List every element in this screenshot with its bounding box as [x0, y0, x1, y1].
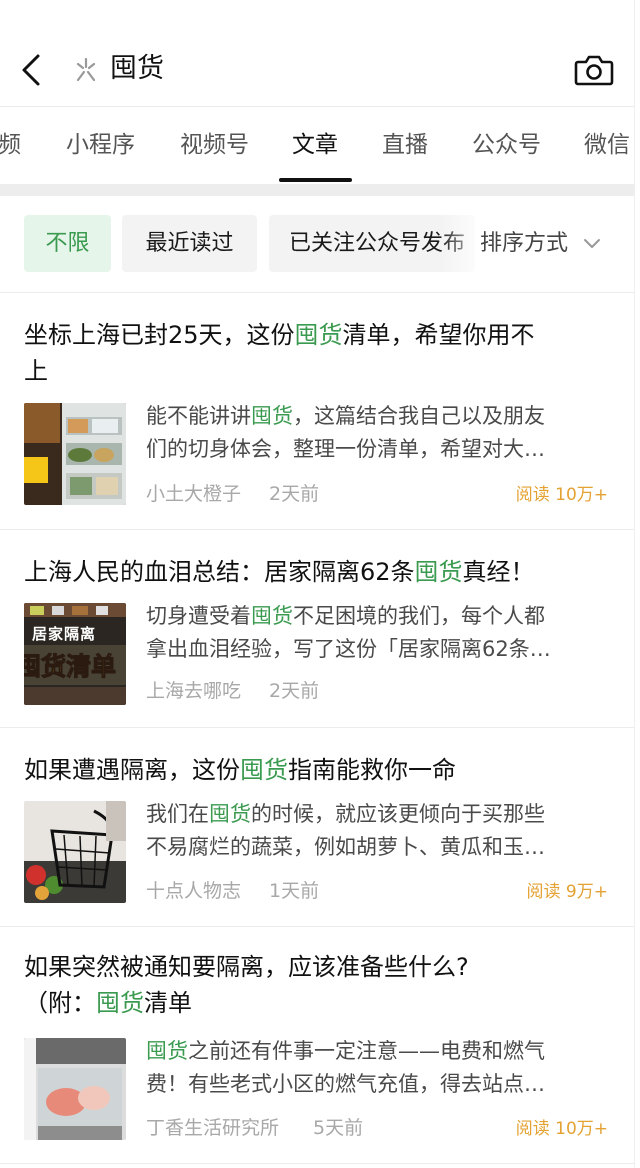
category-tabs: 频 小程序 视频号 文章 直播 公众号 微信	[0, 107, 640, 184]
tab-channels[interactable]: 视频号	[180, 129, 249, 161]
search-query-input[interactable]: 囤货	[110, 50, 164, 88]
article-time: 2天前	[269, 483, 320, 505]
tab-live[interactable]: 直播	[382, 129, 428, 161]
section-divider	[0, 184, 634, 196]
filter-chip-unlimited[interactable]: 不限	[24, 215, 111, 272]
article-source[interactable]: 上海去哪吃	[146, 678, 241, 704]
article-item[interactable]: 如果遭遇隔离，这份囤货指南能救你一命 我们在囤货的时候，就应该更倾向于买那些 不…	[0, 728, 634, 926]
chevron-left-icon	[22, 54, 40, 86]
article-title: 如果突然被通知要隔离，应该准备些什么? （附：囤货清单	[24, 953, 469, 1017]
scroll-edge	[634, 0, 640, 1168]
search-header: 囤货	[0, 0, 640, 106]
article-thumbnail	[24, 1038, 126, 1140]
thumbnail-caption: 居家隔离	[32, 625, 97, 643]
tab-mini-program[interactable]: 小程序	[66, 129, 135, 161]
tab-wechat-partial[interactable]: 微信	[584, 129, 630, 161]
article-time: 2天前	[269, 680, 320, 702]
tab-articles[interactable]: 文章	[292, 129, 338, 161]
camera-button[interactable]	[572, 50, 616, 90]
sort-button[interactable]: 排序方式	[478, 215, 634, 272]
asterisk-search-icon	[70, 54, 102, 86]
article-read-count: 阅读 10万+	[515, 1119, 608, 1139]
article-item[interactable]: 如果突然被通知要隔离，应该准备些什么? （附：囤货清单 囤货之前还有件事一定注意…	[0, 927, 634, 1168]
article-time: 1天前	[269, 880, 320, 902]
article-snippet: 我们在囤货的时候，就应该更倾向于买那些 不易腐烂的蔬菜，例如胡萝卜、黄瓜和玉…	[146, 802, 545, 859]
tab-official-accounts[interactable]: 公众号	[472, 129, 541, 161]
article-snippet: 囤货之前还有件事一定注意——电费和燃气 费！有些老式小区的燃气充值，得去站点…	[146, 1039, 545, 1096]
article-source[interactable]: 小土大橙子	[146, 481, 241, 507]
article-thumbnail	[24, 403, 126, 505]
filter-bar: 不限 最近读过 已关注公众号发布 排序方式	[0, 196, 634, 292]
camera-icon	[574, 55, 614, 86]
thumbnail-caption: 囤货清单	[24, 652, 117, 682]
article-time: 5天前	[313, 1117, 364, 1139]
article-item[interactable]: 坐标上海已封25天，这份囤货清单，希望你用不 上 能不能讲讲囤货，这篇结合我自己…	[0, 293, 634, 529]
article-thumbnail	[24, 801, 126, 903]
article-snippet: 能不能讲讲囤货，这篇结合我自己以及朋友 们的切身体会，整理一份清单，希望对大…	[146, 404, 545, 461]
article-separator	[0, 1163, 634, 1164]
article-thumbnail: 居家隔离 囤货清单	[24, 603, 126, 705]
chevron-down-icon	[584, 239, 600, 248]
article-item[interactable]: 上海人民的血泪总结：居家隔离62条囤货真经！ 居家隔离 囤货清单 切身遭受着囤货…	[0, 530, 634, 727]
tab-video-partial[interactable]: 频	[0, 129, 21, 161]
article-source[interactable]: 十点人物志	[146, 878, 241, 904]
article-title: 如果遭遇隔离，这份囤货指南能救你一命	[24, 756, 456, 784]
article-title: 上海人民的血泪总结：居家隔离62条囤货真经！	[24, 558, 535, 586]
article-source[interactable]: 丁香生活研究所	[146, 1115, 279, 1141]
back-button[interactable]	[14, 48, 54, 92]
active-tab-indicator	[279, 178, 352, 182]
article-title: 坐标上海已封25天，这份囤货清单，希望你用不 上	[24, 321, 535, 385]
article-read-count: 阅读 9万+	[526, 882, 608, 902]
article-snippet: 切身遭受着囤货不足困境的我们，每个人都 拿出血泪经验，写了这份「居家隔离62条…	[146, 604, 551, 661]
filter-chip-recently-read[interactable]: 最近读过	[122, 215, 257, 272]
article-read-count: 阅读 10万+	[515, 485, 608, 505]
